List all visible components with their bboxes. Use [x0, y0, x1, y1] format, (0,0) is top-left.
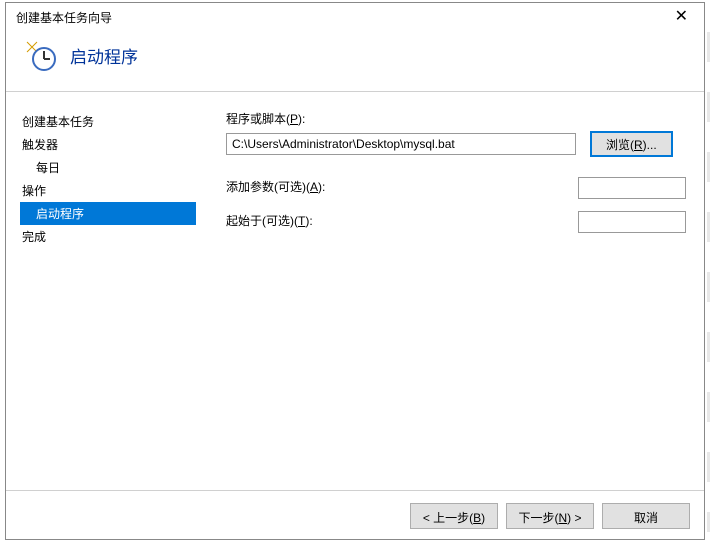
wizard-step-title: 启动程序 [70, 43, 138, 68]
cancel-button[interactable]: 取消 [602, 503, 690, 529]
titlebar: 创建基本任务向导 ✕ [6, 3, 704, 31]
wizard-sidebar: 创建基本任务 触发器 每日 操作 启动程序 完成 [6, 92, 196, 472]
back-button[interactable]: < 上一步(B) [410, 503, 498, 529]
close-icon[interactable]: ✕ [667, 7, 696, 27]
next-button[interactable]: 下一步(N) > [506, 503, 594, 529]
start-in-row: 起始于(可选)(T): [226, 211, 686, 233]
sidebar-item-create-task[interactable]: 创建基本任务 [22, 110, 196, 133]
sidebar-item-daily[interactable]: 每日 [22, 156, 196, 179]
program-script-label: 程序或脚本(P): [226, 110, 686, 127]
sidebar-item-trigger[interactable]: 触发器 [22, 133, 196, 156]
clock-task-icon [24, 39, 56, 71]
sidebar-item-action[interactable]: 操作 [22, 179, 196, 202]
arguments-row: 添加参数(可选)(A): [226, 177, 686, 199]
footer-divider [6, 490, 704, 491]
main-panel: 程序或脚本(P): 浏览(R)... 添加参数(可选)(A): 起始于(可选)(… [196, 92, 704, 472]
arguments-label: 添加参数(可选)(A): [226, 178, 325, 195]
content-area: 创建基本任务 触发器 每日 操作 启动程序 完成 程序或脚本(P): 浏览(R)… [6, 92, 704, 472]
sidebar-item-start-program[interactable]: 启动程序 [20, 202, 196, 225]
browse-button[interactable]: 浏览(R)... [590, 131, 673, 157]
sidebar-item-finish[interactable]: 完成 [22, 225, 196, 248]
window-title: 创建基本任务向导 [16, 9, 112, 26]
program-script-input[interactable] [226, 133, 576, 155]
wizard-dialog: 创建基本任务向导 ✕ 启动程序 创建基本任务 触发器 每日 操作 启动程序 完成… [5, 2, 705, 540]
arguments-input[interactable] [578, 177, 686, 199]
program-script-row: 浏览(R)... [226, 131, 686, 157]
wizard-footer: < 上一步(B) 下一步(N) > 取消 [410, 503, 690, 529]
start-in-label: 起始于(可选)(T): [226, 212, 313, 229]
start-in-input[interactable] [578, 211, 686, 233]
wizard-header: 启动程序 [6, 31, 704, 91]
